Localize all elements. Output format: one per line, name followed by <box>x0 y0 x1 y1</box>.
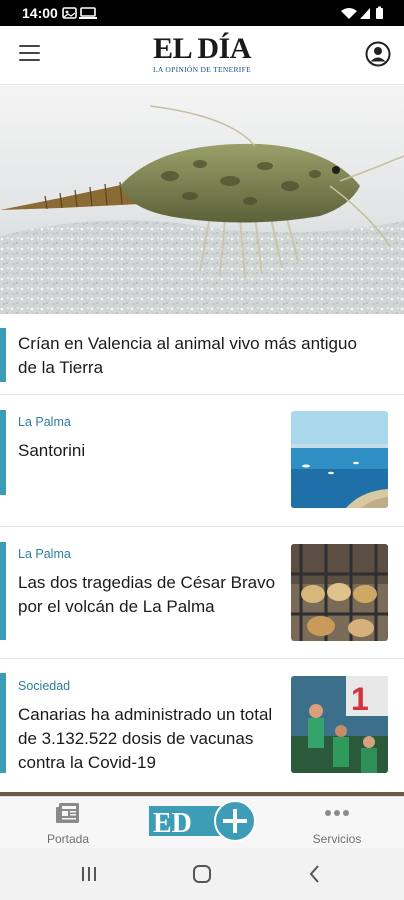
nav-servicios-label: Servicios <box>312 832 362 846</box>
accent-bar <box>0 542 6 640</box>
nav-portada[interactable]: Portada <box>28 801 108 846</box>
menu-icon[interactable] <box>19 45 40 61</box>
article-item[interactable]: La Palma Santorini <box>0 395 404 527</box>
ed-logo-text: ED <box>153 808 192 839</box>
more-dots-icon <box>325 810 349 816</box>
article-item[interactable]: La Palma Las dos tragedias de César Brav… <box>0 527 404 659</box>
article-thumbnail[interactable]: 1 <box>291 676 388 773</box>
article-thumbnail[interactable] <box>291 411 388 508</box>
article-headline[interactable]: Canarias ha administrado un total de 3.1… <box>18 703 280 775</box>
article-item[interactable]: Sociedad Canarias ha administrado un tot… <box>0 659 404 792</box>
article-headline[interactable]: Crían en Valencia al animal vivo más ant… <box>18 332 378 380</box>
article-thumbnail[interactable] <box>291 544 388 641</box>
status-bar: 14:00 <box>0 0 404 26</box>
svg-text:1: 1 <box>351 681 369 717</box>
newspaper-icon <box>56 803 79 823</box>
home-icon[interactable] <box>190 862 214 886</box>
recents-icon[interactable] <box>77 862 101 886</box>
wifi-signal-battery-icon <box>341 6 383 19</box>
status-system-icons <box>340 6 386 23</box>
el-dia-logo[interactable]: EL DÍA LA OPINIÓN DE TENERIFE <box>148 32 256 75</box>
logo-title: EL DÍA <box>153 32 251 65</box>
article-headline[interactable]: Las dos tragedias de César Bravo por el … <box>18 571 280 619</box>
profile-icon[interactable] <box>365 41 391 67</box>
ed-plus-logo-button[interactable]: ED <box>149 800 259 842</box>
bottom-navigation: Portada ED Servicios <box>0 796 404 849</box>
article-headline[interactable]: Santorini <box>18 439 273 463</box>
article-section[interactable]: La Palma <box>18 547 71 561</box>
accent-bar <box>0 328 6 382</box>
status-notification-icons <box>62 6 98 23</box>
logo-subtitle: LA OPINIÓN DE TENERIFE <box>153 65 251 74</box>
accent-bar <box>0 673 6 773</box>
status-time: 14:00 <box>22 5 58 21</box>
nav-portada-label: Portada <box>46 832 90 846</box>
article-section[interactable]: Sociedad <box>18 679 70 693</box>
system-navigation-bar <box>0 848 404 900</box>
back-icon[interactable] <box>303 862 327 886</box>
nav-servicios[interactable]: Servicios <box>297 801 377 846</box>
hero-image-triops[interactable] <box>0 86 404 314</box>
article-section[interactable]: La Palma <box>18 415 71 429</box>
article-item[interactable]: Crían en Valencia al animal vivo más ant… <box>0 314 404 395</box>
app-header: EL DÍA LA OPINIÓN DE TENERIFE <box>0 26 404 85</box>
accent-bar <box>0 410 6 495</box>
